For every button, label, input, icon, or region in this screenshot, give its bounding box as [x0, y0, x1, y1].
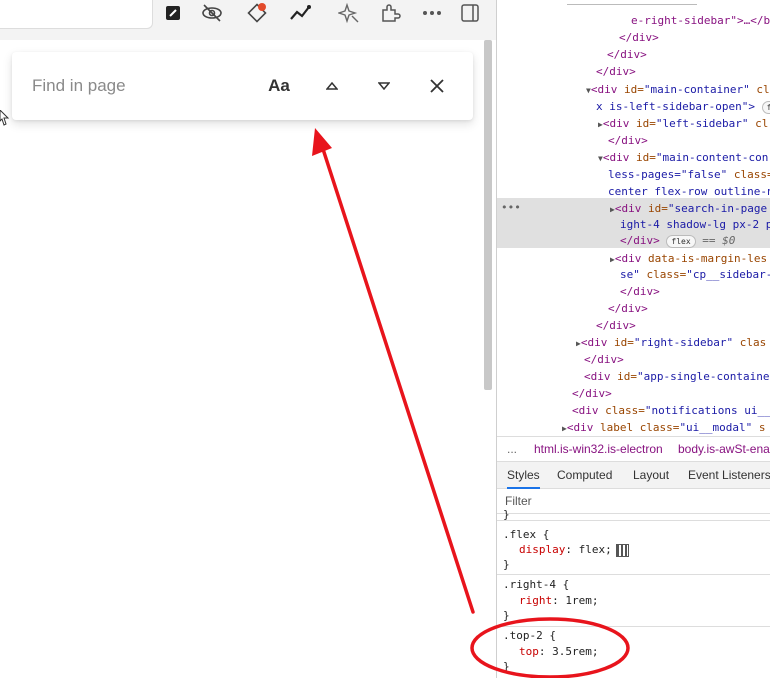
elements-tree: e-right-sidebar">…</b </div> </div> </di…: [497, 0, 770, 434]
dom-line[interactable]: e-right-sidebar">…</b: [631, 12, 770, 29]
rule-decl-top[interactable]: top: 3.5rem;: [519, 645, 598, 658]
rule-close: }: [503, 660, 510, 673]
devtools-panel: e-right-sidebar">…</b </div> </div> </di…: [497, 0, 770, 678]
cursor-icon: [0, 110, 10, 126]
match-case-button[interactable]: Aa: [264, 72, 294, 100]
dom-line[interactable]: </div>: [619, 29, 659, 46]
next-match-button[interactable]: [369, 72, 399, 100]
breadcrumb-body[interactable]: body.is-awSt-ena: [678, 442, 770, 456]
tab-layout[interactable]: Layout: [633, 468, 669, 482]
dom-line[interactable]: </div>: [584, 351, 624, 368]
dom-line[interactable]: ▼<div id="main-container" cl: [586, 81, 770, 98]
notes-icon[interactable]: [160, 0, 186, 26]
rule-selector-top[interactable]: .top-2 {: [503, 629, 556, 642]
hide-icon[interactable]: [199, 0, 225, 26]
rule-close: }: [503, 609, 510, 622]
match-case-label: Aa: [268, 76, 290, 95]
dom-line[interactable]: x is-left-sidebar-open"> f: [596, 98, 770, 115]
breadcrumb-ellipsis[interactable]: ...: [507, 442, 517, 456]
rule-close: }: [503, 558, 510, 571]
triangle-up-icon: [326, 82, 338, 90]
node-actions-icon[interactable]: •••: [501, 199, 521, 216]
extension-icon[interactable]: [377, 0, 403, 26]
page-scrollbar[interactable]: [484, 40, 492, 390]
dom-line-selected[interactable]: </div> flex == $0: [620, 232, 735, 249]
dom-line[interactable]: ▶<div label class="ui__modal" s: [562, 419, 766, 436]
tab-styles[interactable]: Styles: [507, 468, 540, 489]
dom-line-selected[interactable]: ▶<div id="search-in-page: [610, 200, 767, 217]
sidebar-icon[interactable]: [457, 0, 483, 26]
rule-selector-flex[interactable]: .flex {: [503, 528, 549, 541]
close-find-button[interactable]: [422, 72, 452, 100]
dom-line[interactable]: less-pages="false" class=: [608, 166, 770, 183]
address-bar-end[interactable]: [0, 0, 153, 29]
sparkle-icon[interactable]: [336, 0, 362, 26]
tab-computed[interactable]: Computed: [557, 468, 612, 482]
dom-line[interactable]: <div class="notifications ui__: [572, 402, 770, 419]
dom-line[interactable]: center flex-row outline-n: [608, 183, 770, 200]
rule-decl-right[interactable]: right: 1rem;: [519, 594, 598, 607]
flexbox-editor-icon[interactable]: [615, 543, 629, 557]
styles-rules: } .flex { display: flex; } .right-4 { ri…: [497, 508, 770, 673]
dom-line[interactable]: ▶<div id="right-sidebar" clas: [576, 334, 766, 351]
more-icon[interactable]: [419, 0, 445, 26]
dom-line[interactable]: ▼<div id="main-content-con: [598, 149, 768, 166]
breadcrumb: ... html.is-win32.is-electron body.is-aw…: [497, 436, 770, 462]
styles-tabbar: Styles Computed Layout Event Listeners: [497, 462, 770, 489]
dom-line[interactable]: </div>: [596, 317, 636, 334]
analytics-icon[interactable]: [288, 0, 314, 26]
rule-selector-right[interactable]: .right-4 {: [503, 578, 569, 591]
tab-event-listeners[interactable]: Event Listeners: [688, 468, 770, 482]
find-in-page-bar: Find in page Aa: [12, 52, 473, 120]
browser-toolbar: [0, 0, 497, 40]
dom-line[interactable]: ▶<div id="left-sidebar" cl: [598, 115, 768, 132]
styles-filter-input[interactable]: Filter: [497, 489, 770, 514]
dom-line[interactable]: </div>: [620, 283, 660, 300]
close-icon: [430, 79, 444, 93]
breadcrumb-html[interactable]: html.is-win32.is-electron: [534, 442, 663, 456]
diamond-icon[interactable]: [244, 0, 270, 26]
dom-line[interactable]: </div>: [607, 46, 647, 63]
triangle-down-icon: [378, 82, 390, 90]
dom-line[interactable]: </div>: [608, 132, 648, 149]
dom-line[interactable]: </div>: [596, 63, 636, 80]
dom-line[interactable]: <div id="app-single-containe: [584, 368, 769, 385]
dom-line[interactable]: </div>: [608, 300, 648, 317]
dom-line-selected[interactable]: ight-4 shadow-lg px-2 p: [620, 216, 770, 233]
dom-line[interactable]: </div>: [572, 385, 612, 402]
rule-decl-display[interactable]: display: flex;: [519, 543, 629, 557]
dom-line[interactable]: ▶<div data-is-margin-les: [610, 250, 767, 267]
filter-placeholder: Filter: [505, 494, 532, 508]
dom-line[interactable]: se" class="cp__sidebar-: [620, 266, 770, 283]
find-input[interactable]: Find in page: [32, 76, 126, 96]
previous-match-button[interactable]: [317, 72, 347, 100]
